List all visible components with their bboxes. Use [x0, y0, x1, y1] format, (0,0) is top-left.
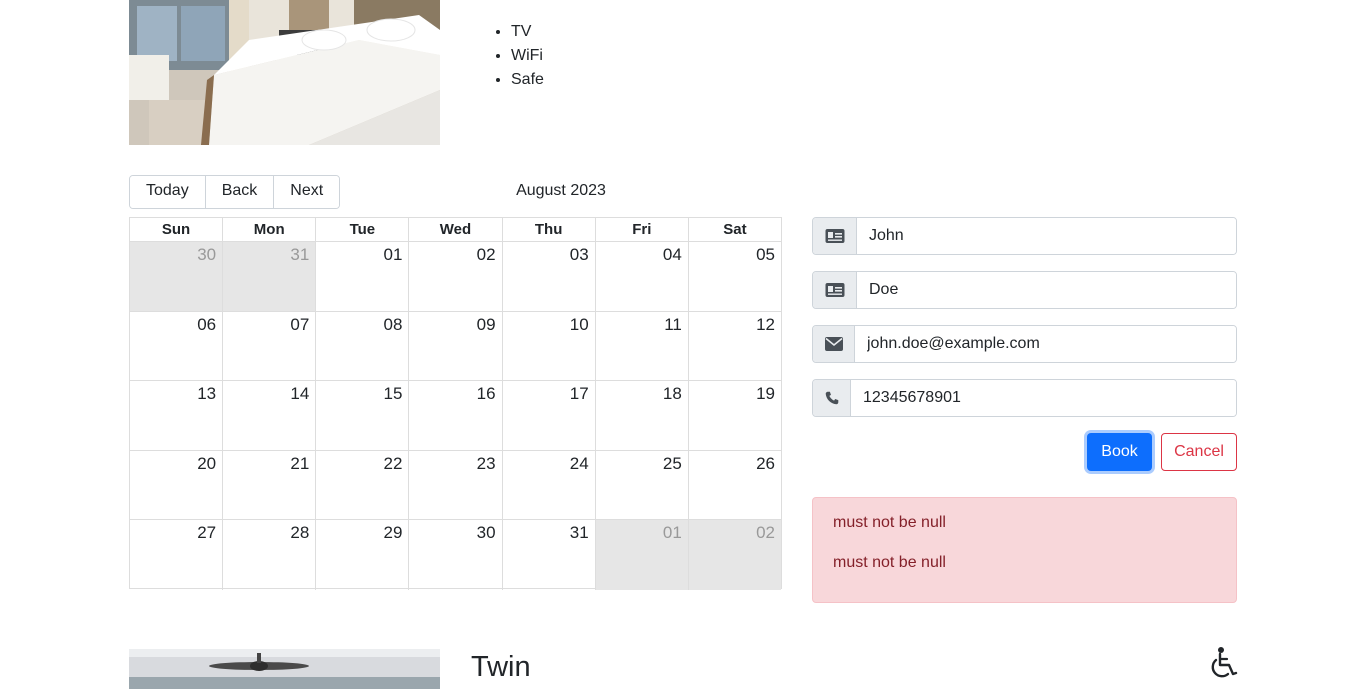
calendar-day-cell[interactable]: 17 [503, 381, 596, 450]
calendar-day-cell-offrange[interactable]: 30 [130, 242, 224, 311]
calendar-nav-group: Today Back Next [129, 175, 341, 209]
calendar-day-cell[interactable]: 09 [409, 311, 503, 381]
calendar-day-cell[interactable]: 31 [503, 520, 596, 590]
back-button[interactable]: Back [205, 176, 275, 208]
calendar-day-cell-offrange[interactable]: 31 [223, 242, 317, 311]
firstname-group [812, 217, 1237, 255]
weekday-label: Thu [503, 218, 596, 241]
calendar-day-cell[interactable]: 12 [689, 312, 781, 381]
calendar-day-cell[interactable]: 21 [223, 450, 317, 520]
today-button[interactable]: Today [130, 176, 206, 208]
id-card-icon [813, 218, 857, 254]
weekday-label: Sat [723, 221, 747, 238]
calendar-day-cell[interactable]: 01 [316, 242, 410, 311]
calendar-day-cell-offrange[interactable]: 02 [688, 520, 781, 590]
phone-input[interactable] [851, 380, 1236, 416]
calendar-day-cell[interactable]: 14 [223, 381, 317, 450]
room-title: Twin [471, 651, 531, 683]
id-card-icon [813, 272, 857, 308]
email-input[interactable] [855, 326, 1236, 362]
calendar-day-cell[interactable]: 15 [316, 381, 410, 450]
calendar-day-cell[interactable]: 24 [503, 450, 596, 520]
weekday-header: Sun Mon Tue Wed Thu Fri Sat [130, 218, 781, 242]
calendar-day-cell[interactable]: 28 [223, 520, 317, 590]
calendar-day-cell[interactable]: 06 [130, 311, 224, 381]
calendar-day-cell[interactable]: 10 [503, 311, 596, 381]
weekday-label: Tue [316, 218, 410, 241]
cancel-button[interactable]: Cancel [1161, 433, 1237, 471]
lastname-group [812, 271, 1237, 309]
calendar-week-row: 13 14 15 16 17 18 19 [130, 381, 781, 451]
wheelchair-icon [1204, 646, 1240, 682]
calendar-day-cell[interactable]: 26 [689, 451, 781, 520]
amenity-item: Safe [511, 68, 544, 92]
phone-icon [813, 380, 851, 416]
calendar-day-cell[interactable]: 27 [130, 520, 224, 590]
calendar-week-row: 30 31 01 02 03 04 05 [130, 242, 781, 312]
calendar-day-cell[interactable]: 20 [130, 450, 224, 520]
calendar-day-cell[interactable]: 07 [223, 311, 317, 381]
calendar-day-cell-offrange[interactable]: 01 [595, 520, 689, 590]
calendar-day-cell[interactable]: 23 [409, 450, 503, 520]
book-button[interactable]: Book [1087, 433, 1152, 471]
calendar-day-cell[interactable]: 11 [596, 311, 689, 381]
calendar-day-cell[interactable]: 08 [316, 311, 410, 381]
calendar-week-row: 27 28 29 30 31 01 02 [130, 520, 781, 590]
envelope-icon [813, 326, 855, 362]
calendar-day-cell[interactable]: 25 [596, 450, 689, 520]
amenities-list: TV WiFi Safe [471, 20, 544, 92]
calendar-day-cell[interactable]: 05 [689, 242, 781, 311]
weekday-label: Mon [223, 218, 317, 241]
amenity-item: WiFi [511, 44, 544, 68]
error-alert: must not be null must not be null [812, 497, 1237, 603]
calendar-week-row: 06 07 08 09 10 11 12 [130, 311, 781, 382]
calendar-day-cell[interactable]: 18 [596, 381, 689, 450]
weekday-label: Sun [130, 218, 224, 241]
room-image [129, 649, 440, 689]
firstname-input[interactable] [857, 218, 1236, 254]
calendar-day-cell[interactable]: 16 [409, 381, 503, 450]
calendar-day-cell[interactable]: 13 [130, 381, 224, 450]
weekday-label: Wed [409, 218, 503, 241]
calendar-day-cell[interactable]: 02 [409, 242, 503, 311]
phone-group [812, 379, 1237, 417]
amenity-item: TV [511, 20, 544, 44]
calendar-day-cell[interactable]: 03 [503, 242, 596, 311]
calendar-day-cell[interactable]: 04 [596, 242, 689, 311]
calendar-weeks: 30 31 01 02 03 04 05 06 07 08 09 10 11 12 13 14 15 16 17 18… [130, 242, 781, 590]
error-message: must not be null [833, 514, 946, 531]
room-image [129, 0, 440, 145]
next-button[interactable]: Next [274, 176, 340, 208]
error-message: must not be null [833, 554, 946, 571]
calendar-day-cell[interactable]: 19 [689, 381, 781, 450]
calendar-day-cell[interactable]: 29 [316, 520, 410, 590]
email-group [812, 325, 1237, 363]
calendar-week-row: 20 21 22 23 24 25 26 [130, 450, 781, 521]
calendar-month-view: Sun Mon Tue Wed Thu Fri Sat 30 31 01 02 03 04… [129, 217, 782, 590]
weekday-label: Fri [596, 218, 689, 241]
calendar-day-cell[interactable]: 22 [316, 450, 410, 520]
month-label: August 2023 [516, 182, 606, 199]
calendar-day-cell[interactable]: 30 [409, 520, 503, 590]
lastname-input[interactable] [857, 272, 1236, 308]
